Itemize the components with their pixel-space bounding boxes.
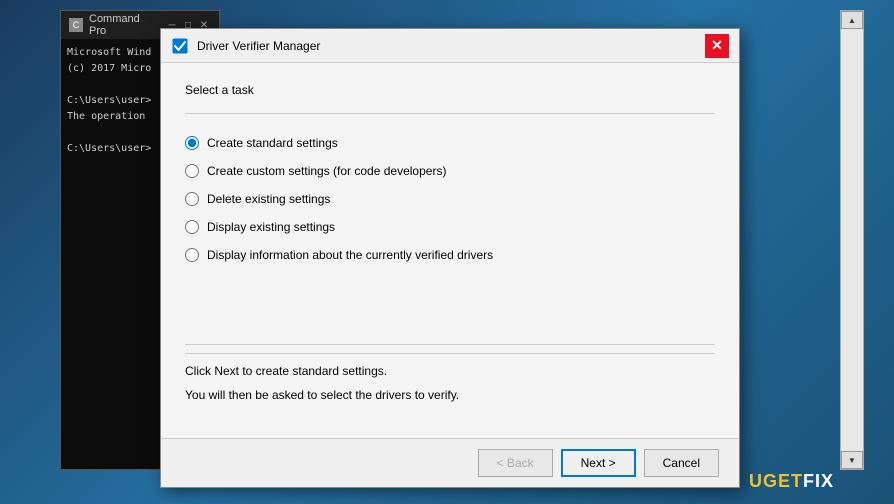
option-1-label: Create standard settings: [207, 136, 338, 150]
option-5[interactable]: Display information about the currently …: [185, 248, 715, 262]
watermark-fix: FIX: [803, 471, 834, 491]
next-button[interactable]: Next >: [561, 449, 636, 477]
driver-verifier-dialog: Driver Verifier Manager ✕ Select a task …: [160, 28, 740, 488]
cmd-title: Command Pro: [89, 13, 159, 37]
option-4[interactable]: Display existing settings: [185, 220, 715, 234]
watermark-et: ET: [778, 471, 803, 491]
option-1[interactable]: Create standard settings: [185, 136, 715, 150]
scroll-up-button[interactable]: ▲: [841, 11, 863, 29]
option-2[interactable]: Create custom settings (for code develop…: [185, 164, 715, 178]
radio-option-5[interactable]: [185, 248, 199, 262]
radio-option-3[interactable]: [185, 192, 199, 206]
scroll-track: [841, 29, 863, 451]
radio-option-1[interactable]: [185, 136, 199, 150]
dialog-title: Driver Verifier Manager: [197, 39, 697, 53]
dialog-close-button[interactable]: ✕: [705, 34, 729, 58]
desc-line-2: You will then be asked to select the dri…: [185, 386, 715, 404]
dialog-icon: [171, 37, 189, 55]
options-area: Create standard settings Create custom s…: [185, 114, 715, 344]
cancel-button[interactable]: Cancel: [644, 449, 719, 477]
radio-option-2[interactable]: [185, 164, 199, 178]
dialog-titlebar: Driver Verifier Manager ✕: [161, 29, 739, 63]
right-panel: ▲ ▼: [840, 10, 864, 470]
bottom-divider: [185, 344, 715, 345]
section-label: Select a task: [185, 83, 715, 97]
watermark-ug: UG: [749, 471, 778, 491]
desc-line-1: Click Next to create standard settings.: [185, 362, 715, 380]
dialog-body: Select a task Create standard settings C…: [161, 63, 739, 438]
desc-area: Click Next to create standard settings. …: [185, 353, 715, 418]
option-5-label: Display information about the currently …: [207, 248, 493, 262]
option-3-label: Delete existing settings: [207, 192, 330, 206]
option-3[interactable]: Delete existing settings: [185, 192, 715, 206]
dialog-footer: < Back Next > Cancel: [161, 438, 739, 487]
watermark: UGETFIX: [749, 471, 834, 492]
back-button[interactable]: < Back: [478, 449, 553, 477]
option-4-label: Display existing settings: [207, 220, 335, 234]
scroll-down-button[interactable]: ▼: [841, 451, 863, 469]
radio-option-4[interactable]: [185, 220, 199, 234]
option-2-label: Create custom settings (for code develop…: [207, 164, 446, 178]
cmd-icon: C: [69, 18, 83, 32]
